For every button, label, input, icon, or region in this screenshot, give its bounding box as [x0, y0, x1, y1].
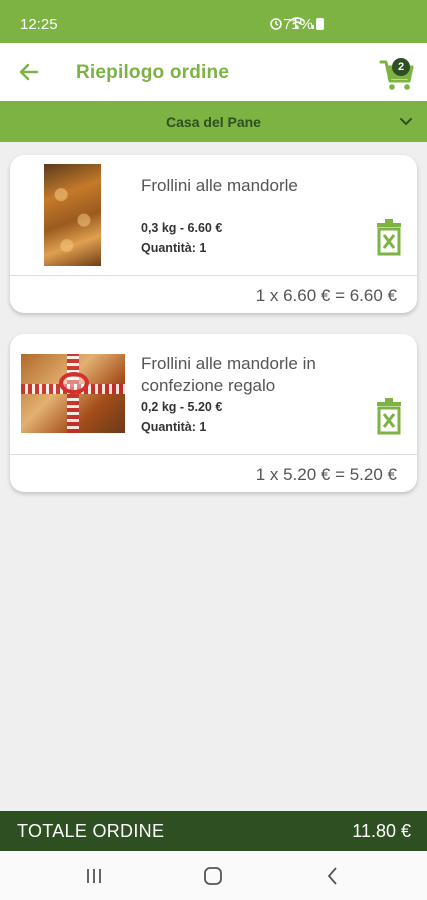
status-time: 12:25	[20, 16, 58, 33]
order-item-card: Frollini alle mandorle in confezione reg…	[10, 334, 417, 492]
card-divider	[10, 275, 417, 276]
status-bar: 12:25 71%	[0, 0, 427, 43]
recent-apps-icon[interactable]	[82, 865, 106, 887]
product-weight-price: 0,2 kg - 5.20 €	[141, 400, 223, 414]
shop-name: Casa del Pane	[166, 114, 261, 130]
back-icon[interactable]	[321, 865, 345, 887]
trash-icon[interactable]	[375, 397, 403, 435]
order-item-card: Frollini alle mandorle 0,3 kg - 6.60 € Q…	[10, 155, 417, 313]
battery-level: 71%	[282, 16, 313, 33]
battery-icon	[316, 18, 324, 30]
home-icon[interactable]	[201, 865, 225, 887]
back-button[interactable]	[14, 57, 44, 87]
product-weight-price: 0,3 kg - 6.60 €	[141, 221, 223, 235]
product-image	[44, 164, 101, 266]
total-label: TOTALE ORDINE	[17, 821, 165, 841]
product-image	[21, 354, 125, 433]
trash-icon[interactable]	[375, 218, 403, 256]
product-quantity: Quantità: 1	[141, 420, 207, 434]
back-arrow-icon	[19, 63, 39, 81]
order-total-bar: TOTALE ORDINE 11.80 €	[0, 811, 427, 851]
cart-button[interactable]: 2	[377, 53, 417, 93]
page-title: Riepilogo ordine	[76, 62, 230, 83]
system-nav-bar	[0, 851, 427, 900]
product-quantity: Quantità: 1	[141, 241, 207, 255]
product-name: Frollini alle mandorle in confezione reg…	[141, 354, 316, 395]
product-name: Frollini alle mandorle	[141, 176, 298, 195]
app-bar: Riepilogo ordine 2	[0, 43, 427, 101]
line-total: 1 x 6.60 € = 6.60 €	[255, 286, 397, 305]
line-total: 1 x 5.20 € = 5.20 €	[255, 465, 397, 484]
cart-count-badge: 2	[392, 58, 410, 76]
total-value: 11.80 €	[352, 821, 411, 841]
shop-selector[interactable]: Casa del Pane	[0, 101, 427, 142]
chevron-down-icon	[400, 118, 412, 126]
alarm-icon	[270, 18, 282, 30]
card-divider	[10, 454, 417, 455]
